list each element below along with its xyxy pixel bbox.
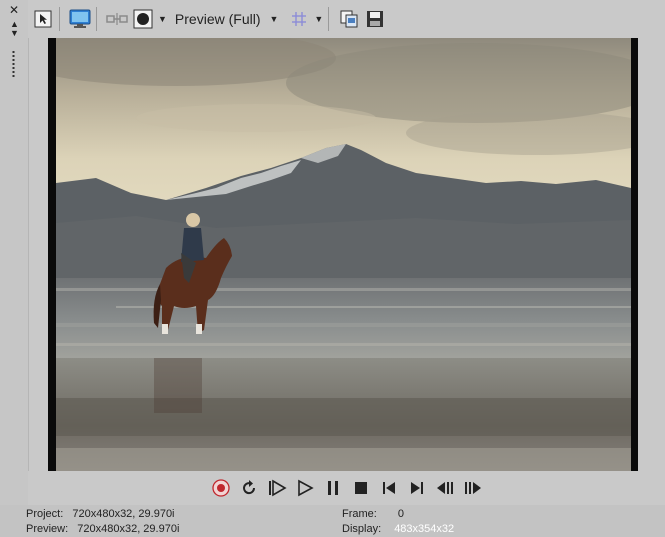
preview-frame-image: [56, 38, 631, 471]
toolbar-divider: [59, 7, 60, 31]
frame-info: Frame: 0: [342, 508, 404, 520]
go-to-end-icon: [410, 482, 423, 494]
project-info: Project: 720x480x32, 29.970i: [26, 508, 175, 520]
frame-value: 0: [397, 508, 405, 520]
save-snapshot-button[interactable]: [364, 8, 386, 30]
cursor-select-icon: [34, 10, 52, 28]
grid-button[interactable]: [288, 8, 310, 30]
play-from-start-button[interactable]: [264, 475, 290, 501]
transport-bar: [28, 471, 665, 505]
pin-arrows-icon[interactable]: ▲ ▼: [10, 20, 19, 38]
status-panel: Project: 720x480x32, 29.970i Preview: 72…: [0, 505, 665, 537]
previous-frame-button[interactable]: [432, 475, 458, 501]
preview-value: 720x480x32, 29.970i: [77, 523, 180, 535]
preview-info: Preview: 720x480x32, 29.970i: [26, 523, 179, 535]
preview-label: Preview:: [26, 523, 69, 535]
record-button[interactable]: [208, 475, 234, 501]
toolbar-divider: [96, 7, 97, 31]
pause-icon: [327, 481, 338, 495]
go-to-start-button[interactable]: [376, 475, 402, 501]
stop-icon: [354, 482, 367, 494]
display-value: 483x354x32: [394, 523, 455, 535]
grid-icon: [292, 12, 307, 26]
video-preview[interactable]: [56, 38, 631, 471]
next-frame-icon: [464, 482, 481, 494]
copy-snapshot-button[interactable]: [338, 8, 360, 30]
cursor-select-button[interactable]: [32, 8, 54, 30]
overlays-button[interactable]: [132, 8, 154, 30]
monitor-icon: [69, 9, 91, 28]
next-frame-button[interactable]: [460, 475, 486, 501]
chevron-down-icon[interactable]: ▼: [314, 14, 323, 24]
play-icon: [297, 479, 314, 497]
split-screen-button[interactable]: [106, 8, 128, 30]
frame-label: Frame:: [342, 508, 377, 520]
display-label: Display:: [342, 523, 382, 535]
project-label: Project:: [26, 508, 64, 520]
record-icon: [211, 479, 230, 497]
close-icon[interactable]: ✕: [9, 4, 19, 16]
loop-icon: [242, 480, 255, 495]
project-value: 720x480x32, 29.970i: [72, 508, 175, 520]
external-monitor-button[interactable]: [69, 8, 91, 30]
split-screen-icon: [106, 13, 128, 25]
video-preview-frame: [48, 38, 638, 471]
toolbar-divider: [328, 7, 330, 31]
go-to-start-icon: [382, 482, 395, 494]
dock-strip: ✕ ▲ ▼: [0, 0, 29, 537]
play-button[interactable]: [292, 475, 318, 501]
go-to-end-button[interactable]: [404, 475, 430, 501]
play-from-start-icon: [268, 479, 287, 497]
chevron-down-icon[interactable]: ▼: [270, 14, 279, 24]
preview-quality-dropdown[interactable]: Preview (Full): [175, 11, 261, 27]
pause-button[interactable]: [320, 475, 346, 501]
display-info: Display: 483x354x32: [342, 523, 454, 535]
save-snapshot-icon: [367, 11, 384, 27]
stop-button[interactable]: [348, 475, 374, 501]
chevron-down-icon[interactable]: ▼: [158, 14, 167, 24]
preview-toolbar: ▼ Preview (Full) ▼ ▼: [28, 0, 665, 38]
previous-frame-icon: [436, 482, 453, 494]
copy-snapshot-icon: [340, 10, 358, 28]
overlay-circle-icon: [133, 9, 153, 29]
drag-grip-icon[interactable]: [12, 50, 15, 78]
loop-button[interactable]: [236, 475, 262, 501]
